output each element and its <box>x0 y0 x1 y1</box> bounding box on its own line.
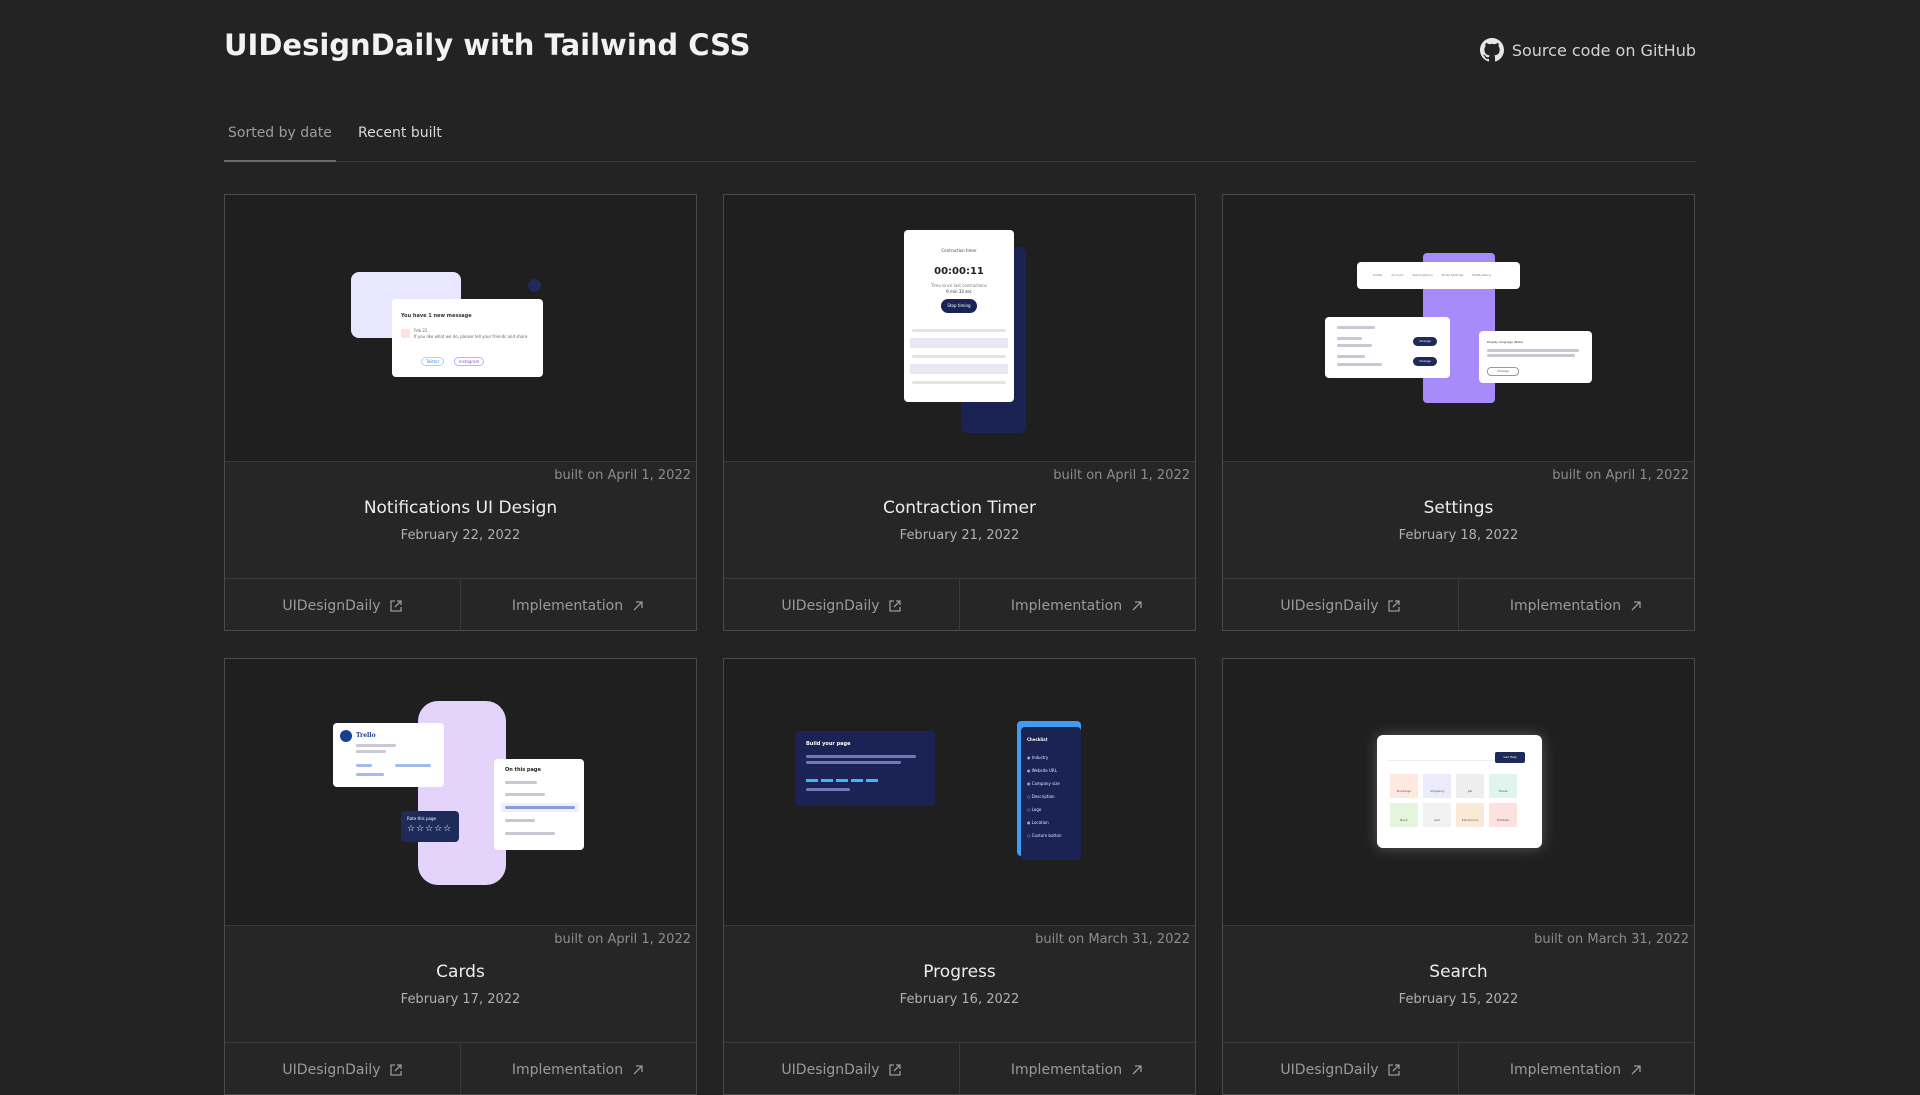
settings-tabs-card: Profile Account Subscriptions Email Setting… <box>1357 262 1520 289</box>
card-meta: built on April 1, 2022 Settings February… <box>1223 462 1694 578</box>
uidesigndaily-link[interactable]: UIDesignDaily <box>1223 1043 1458 1094</box>
built-date: built on April 1, 2022 <box>1053 468 1190 483</box>
card-links: UIDesignDaily Implementation <box>225 1042 696 1094</box>
settings-form-card: Change Change <box>1325 317 1450 378</box>
mail-icon <box>401 329 410 338</box>
arrow-up-right-icon <box>1631 1065 1641 1075</box>
bell-icon <box>528 279 541 292</box>
built-date: built on March 31, 2022 <box>1035 932 1190 947</box>
card-preview[interactable]: Get Help Bookings Shopping Job Travel Bo… <box>1223 659 1694 926</box>
card-date: February 16, 2022 <box>899 992 1020 1007</box>
external-link-icon <box>1387 1064 1400 1076</box>
notification-card: You have 1 new message Feb 22 If you lik… <box>392 299 543 377</box>
external-link-icon <box>389 600 402 612</box>
progress-bar <box>806 779 881 782</box>
card-links: UIDesignDaily Implementation <box>724 1042 1195 1094</box>
external-link-icon <box>888 600 901 612</box>
implementation-link[interactable]: Implementation <box>460 579 696 630</box>
card-meta: built on April 1, 2022 Contraction Timer… <box>724 462 1195 578</box>
trello-logo-icon <box>340 730 352 742</box>
implementation-link[interactable]: Implementation <box>959 579 1195 630</box>
card-notifications: You have 1 new message Feb 22 If you lik… <box>224 194 697 631</box>
card-title[interactable]: Progress <box>724 962 1195 982</box>
card-meta: built on March 31, 2022 Search February … <box>1223 926 1694 1042</box>
uidesigndaily-link[interactable]: UIDesignDaily <box>724 1043 959 1094</box>
card-date: February 17, 2022 <box>400 992 521 1007</box>
card-date: February 18, 2022 <box>1398 528 1519 543</box>
built-date: built on April 1, 2022 <box>1552 468 1689 483</box>
card-settings: Profile Account Subscriptions Email Setting… <box>1222 194 1695 631</box>
card-cards: Trello On this page Rate this page ☆☆☆☆☆… <box>224 658 697 1095</box>
card-title[interactable]: Cards <box>225 962 696 982</box>
card-progress: Build your page Checklist ● Industry ● W… <box>723 658 1196 1095</box>
arrow-up-right-icon <box>1132 1065 1142 1075</box>
card-title[interactable]: Notifications UI Design <box>225 498 696 518</box>
external-link-icon <box>888 1064 901 1076</box>
card-meta: built on April 1, 2022 Notifications UI … <box>225 462 696 578</box>
card-title[interactable]: Contraction Timer <box>724 498 1195 518</box>
implementation-link[interactable]: Implementation <box>460 1043 696 1094</box>
built-date: built on April 1, 2022 <box>554 468 691 483</box>
card-preview[interactable]: Build your page Checklist ● Industry ● W… <box>724 659 1195 926</box>
card-links: UIDesignDaily Implementation <box>1223 578 1694 630</box>
github-link[interactable]: Source code on GitHub <box>1479 38 1696 62</box>
uidesigndaily-link[interactable]: UIDesignDaily <box>225 1043 460 1094</box>
arrow-up-right-icon <box>633 1065 643 1075</box>
implementation-link[interactable]: Implementation <box>1458 579 1694 630</box>
card-date: February 15, 2022 <box>1398 992 1519 1007</box>
trello-card: Trello <box>333 723 444 787</box>
rate-card: Rate this page ☆☆☆☆☆ <box>401 811 459 842</box>
toc-card: On this page <box>494 759 584 850</box>
implementation-link[interactable]: Implementation <box>959 1043 1195 1094</box>
implementation-link[interactable]: Implementation <box>1458 1043 1694 1094</box>
star-rating: ☆☆☆☆☆ <box>407 824 453 834</box>
card-contraction-timer: Contraction timer 00:00:11 Time since la… <box>723 194 1196 631</box>
external-link-icon <box>1387 600 1400 612</box>
uidesigndaily-link[interactable]: UIDesignDaily <box>1223 579 1458 630</box>
page: UIDesignDaily with Tailwind CSS Source c… <box>224 0 1696 1095</box>
header: UIDesignDaily with Tailwind CSS Source c… <box>224 0 1696 110</box>
tab-bar: Sorted by date Recent built <box>224 110 1696 162</box>
card-title[interactable]: Search <box>1223 962 1694 982</box>
tab-sorted-by-date[interactable]: Sorted by date <box>224 125 336 162</box>
arrow-up-right-icon <box>1132 601 1142 611</box>
card-links: UIDesignDaily Implementation <box>225 578 696 630</box>
arrow-up-right-icon <box>633 601 643 611</box>
built-date: built on April 1, 2022 <box>554 932 691 947</box>
settings-language-card: Display language (Beta) Change <box>1479 331 1592 383</box>
card-preview[interactable]: You have 1 new message Feb 22 If you lik… <box>225 195 696 462</box>
uidesigndaily-link[interactable]: UIDesignDaily <box>225 579 460 630</box>
uidesigndaily-link[interactable]: UIDesignDaily <box>724 579 959 630</box>
card-preview[interactable]: Trello On this page Rate this page ☆☆☆☆☆ <box>225 659 696 926</box>
tab-recent-built[interactable]: Recent built <box>358 125 442 141</box>
card-date: February 22, 2022 <box>400 528 521 543</box>
card-meta: built on April 1, 2022 Cards February 17… <box>225 926 696 1042</box>
checklist-card: Checklist ● Industry ● Website URL ● Com… <box>1021 727 1081 860</box>
build-page-card: Build your page <box>795 731 935 806</box>
timer-card: Contraction timer 00:00:11 Time since la… <box>904 230 1014 402</box>
arrow-up-right-icon <box>1631 601 1641 611</box>
page-title: UIDesignDaily with Tailwind CSS <box>224 28 751 62</box>
search-field <box>1387 750 1497 761</box>
card-meta: built on March 31, 2022 Progress Februar… <box>724 926 1195 1042</box>
built-date: built on March 31, 2022 <box>1534 932 1689 947</box>
card-links: UIDesignDaily Implementation <box>724 578 1195 630</box>
card-search: Get Help Bookings Shopping Job Travel Bo… <box>1222 658 1695 1095</box>
card-date: February 21, 2022 <box>899 528 1020 543</box>
card-preview[interactable]: Profile Account Subscriptions Email Setting… <box>1223 195 1694 462</box>
external-link-icon <box>389 1064 402 1076</box>
github-icon <box>1479 38 1504 62</box>
card-links: UIDesignDaily Implementation <box>1223 1042 1694 1094</box>
card-title[interactable]: Settings <box>1223 498 1694 518</box>
search-modal: Get Help Bookings Shopping Job Travel Bo… <box>1377 735 1542 848</box>
github-link-label: Source code on GitHub <box>1511 40 1696 60</box>
card-preview[interactable]: Contraction timer 00:00:11 Time since la… <box>724 195 1195 462</box>
